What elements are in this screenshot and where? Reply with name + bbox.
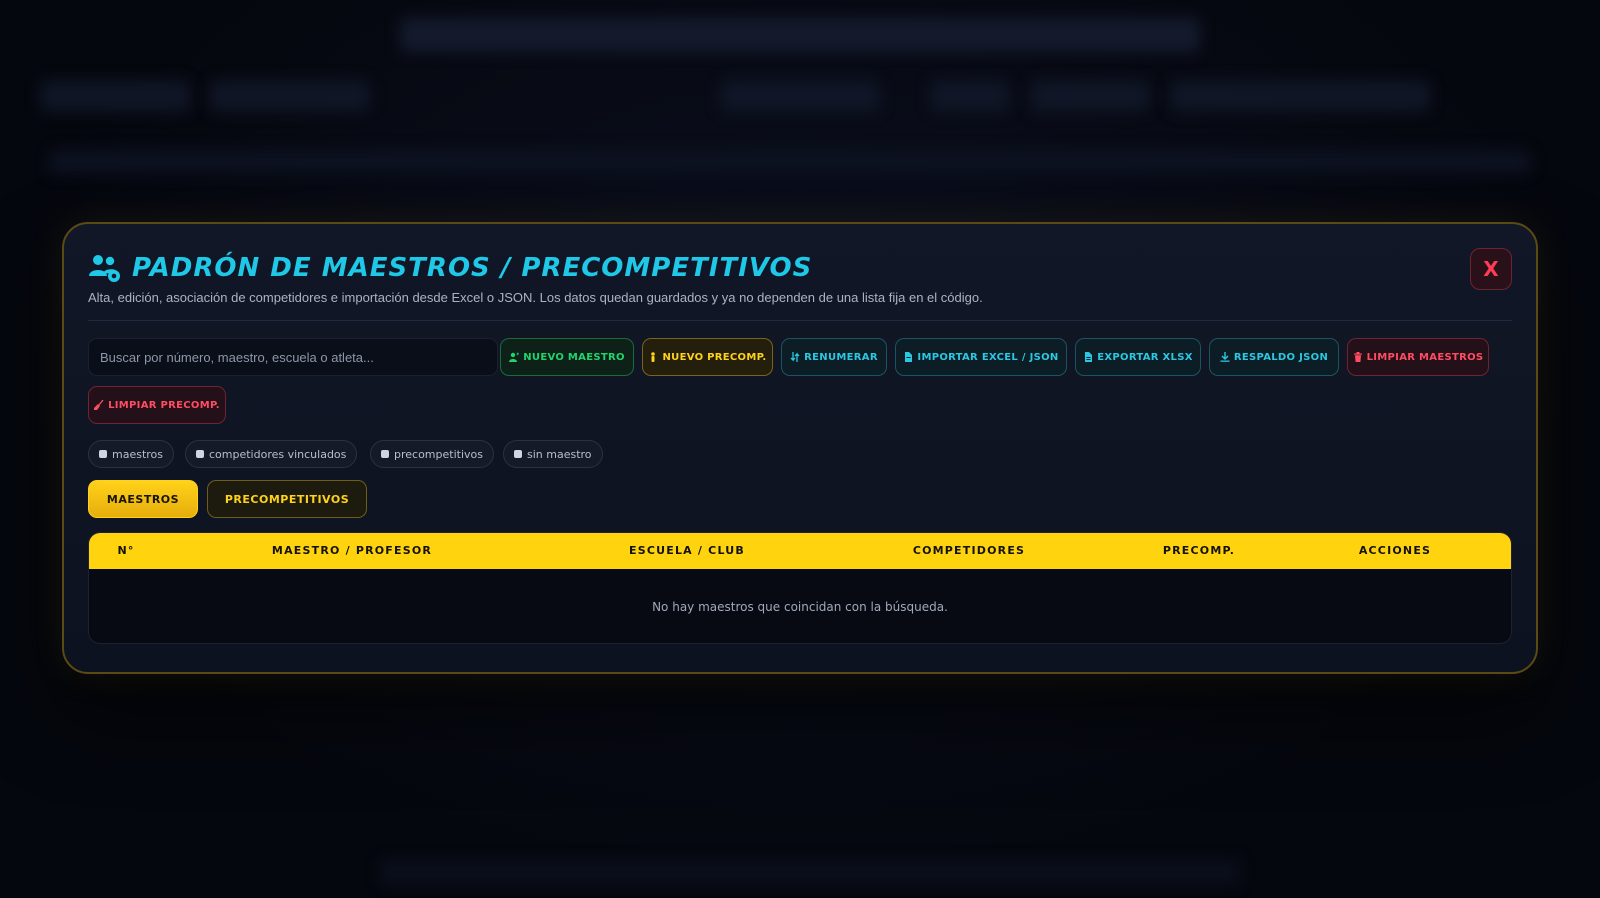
renumber-button[interactable]: RENUMERAR <box>781 338 887 376</box>
download-icon <box>1220 352 1230 362</box>
import-button[interactable]: IMPORTAR EXCEL / JSON <box>895 338 1067 376</box>
background-pill-blur <box>1170 80 1430 112</box>
table-header: N° MAESTRO / PROFESOR ESCUELA / CLUB COM… <box>89 533 1511 569</box>
check-square-icon <box>381 450 389 458</box>
new-precomp-button[interactable]: NUEVO PRECOMP. <box>642 338 773 376</box>
file-import-icon <box>905 352 913 362</box>
column-header-number: N° <box>117 544 135 557</box>
background-pill-blur <box>40 80 190 112</box>
chip-precompetitive: precompetitivos <box>370 440 494 468</box>
export-xlsx-label: EXPORTAR XLSX <box>1097 351 1193 363</box>
chip-label: competidores vinculados <box>209 447 347 461</box>
chip-label: maestros <box>112 447 164 461</box>
backup-json-label: RESPALDO JSON <box>1233 351 1329 363</box>
chip-without-master: sin maestro <box>503 440 603 468</box>
clear-masters-button[interactable]: LIMPIAR MAESTROS <box>1347 338 1489 376</box>
check-square-icon <box>514 450 522 458</box>
masters-table: N° MAESTRO / PROFESOR ESCUELA / CLUB COM… <box>88 532 1512 644</box>
background-pill-blur <box>210 80 370 112</box>
trash-icon <box>1353 352 1362 362</box>
header-divider <box>88 320 1512 321</box>
background-pill-blur <box>1030 80 1150 112</box>
background-title-blur <box>400 18 1200 52</box>
chip-label: precompetitivos <box>394 447 483 461</box>
new-master-label: NUEVO MAESTRO <box>523 351 625 363</box>
import-label: IMPORTAR EXCEL / JSON <box>917 351 1059 363</box>
users-gear-icon <box>89 255 120 282</box>
column-header-master: MAESTRO / PROFESOR <box>271 544 433 557</box>
chip-linked-competitors: competidores vinculados <box>185 440 358 468</box>
masters-registry-modal: PADRÓN DE MAESTROS / PRECOMPETITIVOS Alt… <box>62 222 1538 674</box>
background-pill-blur <box>720 80 880 112</box>
broom-icon <box>94 400 104 410</box>
column-header-actions: ACCIONES <box>1358 544 1432 557</box>
clear-masters-label: LIMPIAR MAESTROS <box>1366 351 1484 363</box>
empty-state-message: No hay maestros que coincidan con la bús… <box>652 600 948 614</box>
search-input[interactable] <box>88 338 498 376</box>
background-row-blur <box>50 150 1530 174</box>
column-header-school: ESCUELA / CLUB <box>629 544 745 557</box>
background-pill-blur <box>930 80 1010 112</box>
new-master-button[interactable]: NUEVO MAESTRO <box>500 338 634 376</box>
renumber-label: RENUMERAR <box>804 351 878 363</box>
column-header-precomp: PRECOMP. <box>1162 544 1236 557</box>
modal-title: PADRÓN DE MAESTROS / PRECOMPETITIVOS <box>132 253 813 283</box>
clear-precomp-button[interactable]: LIMPIAR PRECOMP. <box>88 386 226 424</box>
sort-icon <box>790 352 800 362</box>
export-xlsx-button[interactable]: EXPORTAR XLSX <box>1075 338 1201 376</box>
column-header-competitors: COMPETIDORES <box>912 544 1026 557</box>
file-export-icon <box>1085 352 1093 362</box>
user-plus-icon <box>509 352 520 362</box>
tab-precompetitive[interactable]: PRECOMPETITIVOS <box>207 480 367 518</box>
child-icon <box>651 352 656 362</box>
close-button[interactable]: X <box>1470 248 1512 290</box>
check-square-icon <box>196 450 204 458</box>
chip-label: sin maestro <box>527 447 592 461</box>
new-precomp-label: NUEVO PRECOMP. <box>662 351 767 363</box>
backup-json-button[interactable]: RESPALDO JSON <box>1209 338 1339 376</box>
modal-subtitle: Alta, edición, asociación de competidore… <box>88 290 983 305</box>
chip-masters: maestros <box>88 440 175 468</box>
clear-precomp-label: LIMPIAR PRECOMP. <box>108 399 220 411</box>
tab-masters[interactable]: MAESTROS <box>88 480 198 518</box>
check-square-icon <box>99 450 107 458</box>
modal-header: PADRÓN DE MAESTROS / PRECOMPETITIVOS <box>88 250 812 286</box>
background-footer-blur <box>380 860 1240 884</box>
